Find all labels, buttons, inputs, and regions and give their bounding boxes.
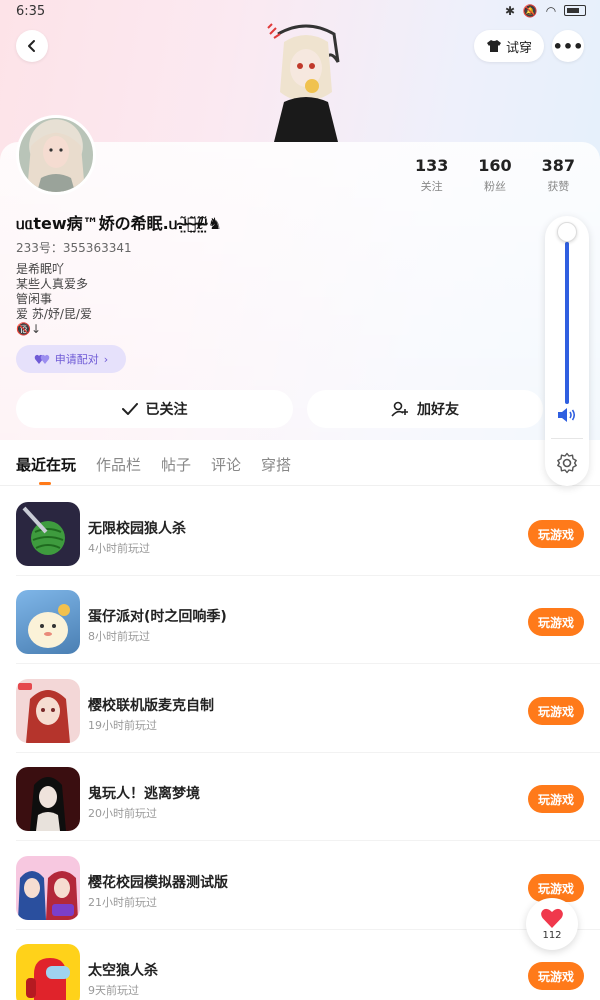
- tab-posts[interactable]: 帖子: [161, 454, 191, 475]
- profile-tabs: 最近在玩 作品栏 帖子 评论 穿搭: [0, 440, 600, 486]
- volume-divider: [551, 438, 583, 439]
- stat-value: 133: [414, 156, 449, 175]
- play-game-button[interactable]: 玩游戏: [528, 608, 584, 636]
- active-tab-indicator: [39, 482, 51, 485]
- row-divider: [16, 663, 600, 664]
- game-name: 鬼玩人！逃离梦境: [88, 786, 200, 802]
- stat-following[interactable]: 133 关注: [400, 156, 463, 194]
- shirt-icon: [486, 40, 501, 52]
- bio-line: 爱 苏/妤/昆/爱: [16, 307, 92, 321]
- add-user-icon: [391, 401, 408, 417]
- game-list-item[interactable]: 无限校园狼人杀 4小时前玩过 玩游戏: [0, 488, 600, 576]
- add-friend-button[interactable]: 加好友: [307, 390, 543, 428]
- try-on-button[interactable]: 试穿: [474, 30, 544, 62]
- user-id: 233号：355363341: [16, 241, 132, 255]
- followed-button[interactable]: 已关注: [16, 390, 293, 428]
- stat-followers[interactable]: 160 粉丝: [463, 156, 526, 194]
- tab-comments[interactable]: 评论: [211, 454, 241, 475]
- double-heart-icon: [34, 354, 50, 364]
- speaker-icon[interactable]: [556, 406, 578, 424]
- request-pair-label: 申请配对: [54, 353, 99, 366]
- user-nickname: ᥙᥲtew病™娇の希眠.ᥙ.ᵎ̴̤͂ᩦ̴̤͂ℓ̴̤͂ᵎ̴̤͂♞: [16, 214, 222, 233]
- status-bar: 6:35 ✱ 🔕 ◠: [0, 0, 600, 24]
- game-last-played: 8小时前玩过: [88, 630, 150, 643]
- game-list-item[interactable]: 樱花校园模拟器测试版 21小时前玩过 玩游戏: [0, 842, 600, 930]
- bio-line: 某些人真爱多: [16, 277, 89, 291]
- play-game-button[interactable]: 玩游戏: [528, 520, 584, 548]
- bio-line: 是希眠吖: [16, 262, 65, 276]
- game-list-item[interactable]: 蛋仔派对(时之回响季) 8小时前玩过 玩游戏: [0, 576, 600, 664]
- tab-works[interactable]: 作品栏: [96, 454, 141, 475]
- avatar-portrait: [27, 133, 85, 192]
- try-on-label: 试穿: [505, 40, 532, 56]
- heart-icon: [541, 908, 563, 928]
- game-list-item[interactable]: 樱校联机版麦克自制 19小时前玩过 玩游戏: [0, 665, 600, 753]
- game-name: 无限校园狼人杀: [88, 521, 186, 537]
- game-name: 樱花校园模拟器测试版: [88, 875, 228, 891]
- game-last-played: 21小时前玩过: [88, 896, 157, 909]
- chevron-left-icon: [28, 40, 35, 52]
- volume-slider-fill: [565, 242, 569, 404]
- game-name: 樱校联机版麦克自制: [88, 698, 214, 714]
- sakura-sim-icon: [16, 856, 80, 920]
- user-bio: 是希眠吖 某些人真爱多 管闲事 爱 苏/妤/昆/爱 🔞↓: [16, 262, 92, 337]
- game-last-played: 4小时前玩过: [88, 542, 150, 555]
- bio-line: 管闲事: [16, 292, 53, 306]
- watermelon-game-icon: [16, 502, 80, 566]
- game-list-item[interactable]: 太空狼人杀 9天前玩过 玩游戏: [0, 930, 600, 1000]
- game-last-played: 9天前玩过: [88, 984, 139, 997]
- stat-label: 粉丝: [483, 180, 506, 193]
- among-us-icon: [16, 944, 80, 1000]
- back-button[interactable]: [16, 30, 48, 62]
- volume-slider-track[interactable]: [565, 228, 569, 404]
- volume-slider-handle[interactable]: [557, 222, 577, 242]
- more-options-button[interactable]: •••: [552, 30, 584, 62]
- like-button[interactable]: 112: [526, 898, 578, 950]
- game-last-played: 20小时前玩过: [88, 807, 157, 820]
- game-last-played: 19小时前玩过: [88, 719, 157, 732]
- stat-likes[interactable]: 387 获赞: [527, 156, 590, 194]
- bluetooth-icon: ✱: [505, 4, 518, 18]
- character-avatar-figure: [267, 23, 340, 142]
- request-pair-button[interactable]: 申请配对 ›: [16, 345, 126, 373]
- tab-recently-played[interactable]: 最近在玩: [16, 454, 76, 475]
- followed-label: 已关注: [145, 402, 188, 418]
- gear-icon[interactable]: [556, 452, 578, 474]
- stat-label: 获赞: [547, 180, 570, 193]
- bio-line: 🔞↓: [16, 322, 41, 336]
- game-name: 蛋仔派对(时之回响季): [88, 609, 227, 625]
- play-game-button[interactable]: 玩游戏: [528, 962, 584, 990]
- game-name: 太空狼人杀: [88, 963, 158, 979]
- row-divider: [16, 840, 600, 841]
- tab-outfits[interactable]: 穿搭: [261, 454, 291, 475]
- more-dots-icon: •••: [552, 36, 584, 56]
- profile-stats: 133 关注 160 粉丝 387 获赞: [400, 156, 590, 194]
- game-list-item[interactable]: 鬼玩人！逃离梦境 20小时前玩过 玩游戏: [0, 753, 600, 841]
- volume-panel: [545, 216, 589, 486]
- battery-icon: [564, 5, 586, 16]
- stat-value: 387: [541, 156, 576, 175]
- stat-value: 160: [478, 156, 512, 175]
- eggy-party-icon: [16, 590, 80, 654]
- status-icons: ✱ 🔕 ◠: [505, 4, 586, 18]
- add-friend-label: 加好友: [417, 402, 459, 418]
- mute-icon: 🔕: [522, 4, 540, 18]
- stat-label: 关注: [420, 180, 443, 193]
- status-time: 6:35: [16, 4, 46, 19]
- wifi-icon: ◠: [545, 4, 559, 18]
- user-avatar[interactable]: [16, 115, 96, 195]
- check-icon: [121, 403, 138, 415]
- chevron-right-icon: ›: [103, 352, 109, 366]
- sakura-school-icon: [16, 679, 80, 743]
- play-game-button[interactable]: 玩游戏: [528, 697, 584, 725]
- like-count: 112: [542, 930, 562, 941]
- play-game-button[interactable]: 玩游戏: [528, 785, 584, 813]
- ghost-game-icon: [16, 767, 80, 831]
